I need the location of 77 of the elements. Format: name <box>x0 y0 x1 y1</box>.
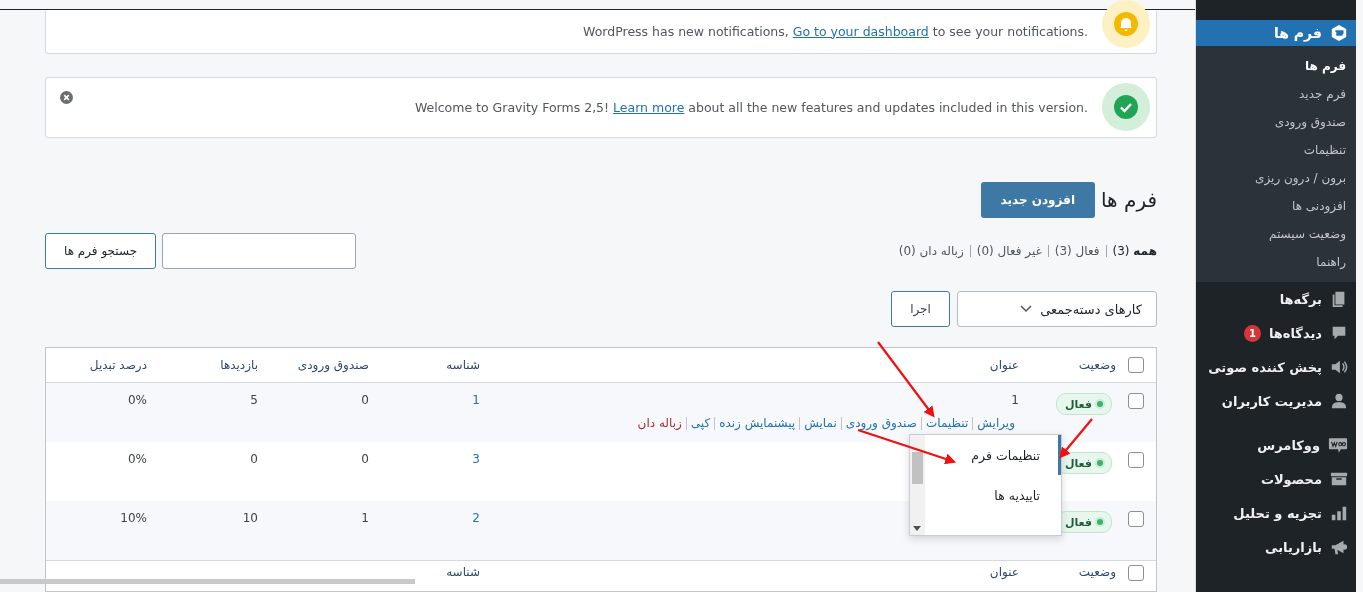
column-header[interactable]: صندوق ورودی <box>268 358 379 372</box>
column-header[interactable]: درصد تبدیل <box>46 358 157 372</box>
close-icon[interactable] <box>60 90 73 104</box>
row-action-link[interactable]: پیشنمایش زنده <box>719 416 796 430</box>
status-toggle[interactable]: فعال <box>1055 393 1112 415</box>
scrollbar[interactable] <box>910 435 925 535</box>
horizontal-scrollbar[interactable] <box>0 579 415 584</box>
checkbox[interactable] <box>1128 565 1144 581</box>
sidebar-item[interactable]: تجزیه و تحلیل <box>1196 496 1356 530</box>
row-action-link[interactable]: ویرایش <box>977 416 1015 430</box>
table-cell: 5 <box>250 393 258 407</box>
checkbox[interactable] <box>1128 393 1144 409</box>
notice-link[interactable]: Learn more <box>613 99 685 115</box>
notice-text: Welcome to Gravity Forms 2,5! Learn more about all the new features and updates included in this version. <box>414 99 1088 115</box>
notice-text: WordPress has new notifications, Go to your dashboard to see your notifications. <box>583 23 1088 39</box>
count-badge: 1 <box>1243 324 1261 342</box>
row-action-link[interactable]: نمایش <box>804 416 837 430</box>
sidebar-item[interactable]: پخش کننده صوتی <box>1196 350 1356 384</box>
chevron-down-icon <box>1020 305 1033 313</box>
page-title: فرم ها <box>1101 188 1157 212</box>
row-action-link[interactable]: کپی <box>690 416 711 430</box>
archive-box-icon <box>1330 470 1348 488</box>
submenu-item[interactable]: وضعیت سیستم <box>1196 220 1356 248</box>
table-cell: 0 <box>361 452 369 466</box>
column-header[interactable]: وضعیت <box>1029 358 1116 372</box>
search-field[interactable] <box>162 233 357 269</box>
column-header[interactable]: شناسه <box>379 565 490 579</box>
sidebar-item[interactable]: برگه‌ها <box>1196 282 1356 316</box>
row-action-link[interactable]: صندوق ورودی <box>845 416 917 430</box>
menu-item[interactable]: تنظیمات فرم <box>925 435 1061 475</box>
submenu-item[interactable]: فرم ها <box>1196 52 1356 80</box>
table-cell: 0 <box>250 452 258 466</box>
submenu-item[interactable]: افزودنی ها <box>1196 192 1356 220</box>
add-new-button[interactable]: افزودن جدید <box>980 182 1095 218</box>
checkbox[interactable] <box>1128 357 1144 373</box>
table-cell: 3 <box>472 452 480 466</box>
speaker-icon <box>1330 358 1348 376</box>
form-title[interactable]: 1 <box>1011 393 1019 407</box>
checkbox[interactable] <box>1128 511 1144 527</box>
scrollbar-thumb[interactable] <box>912 452 923 484</box>
row-action-link[interactable]: زباله دان <box>637 416 682 430</box>
submenu-item[interactable]: برون / درون ریزی <box>1196 164 1356 192</box>
table-cell: 0% <box>127 452 147 466</box>
table-cell: 0 <box>361 393 369 407</box>
submenu-item[interactable]: تنظیمات <box>1196 136 1356 164</box>
hexagon-icon <box>1330 24 1348 42</box>
user-icon <box>1330 392 1348 410</box>
sidebar-item[interactable]: محصولات <box>1196 462 1356 496</box>
table-cell: 1 <box>472 393 480 407</box>
submenu-item[interactable]: صندوق ورودی <box>1196 108 1356 136</box>
table-cell: 1 <box>361 511 369 525</box>
table-cell: 10% <box>120 511 147 525</box>
sidebar-item[interactable]: ووکامرس <box>1196 428 1356 462</box>
megaphone-icon <box>1330 538 1348 556</box>
scroll-down-icon[interactable] <box>913 526 921 531</box>
search-button[interactable]: جستجو فرم ها <box>45 233 157 269</box>
column-header[interactable]: وضعیت <box>1029 565 1116 579</box>
sidebar-item[interactable]: فرم ها <box>1196 20 1356 46</box>
row-action-link[interactable]: تنظیمات <box>925 416 969 430</box>
table-cell: 10 <box>242 511 258 525</box>
table-cell: 2 <box>472 511 480 525</box>
checkbox[interactable] <box>1128 452 1144 468</box>
checkmark-icon <box>1102 83 1150 132</box>
table-cell: 0% <box>127 393 147 407</box>
column-header[interactable]: عنوان <box>490 565 1029 579</box>
column-header[interactable]: شناسه <box>379 358 490 372</box>
sidebar-item[interactable]: مدیریت کاربران <box>1196 384 1356 418</box>
sidebar-item[interactable]: بازاریابی <box>1196 530 1356 564</box>
speech-bubble-icon <box>1328 436 1348 454</box>
apply-button[interactable]: اجرا <box>891 291 950 327</box>
submenu-item[interactable]: راهنما <box>1196 248 1356 276</box>
notice-link[interactable]: Go to your dashboard <box>792 23 929 39</box>
column-header[interactable]: عنوان <box>490 358 1029 372</box>
bar-chart-icon <box>1330 504 1348 522</box>
column-header[interactable]: بازدیدها <box>157 358 268 372</box>
bulk-actions-select[interactable]: کارهای دسته‌جمعی <box>957 291 1157 327</box>
submenu-item[interactable]: فرم جدید <box>1196 80 1356 108</box>
